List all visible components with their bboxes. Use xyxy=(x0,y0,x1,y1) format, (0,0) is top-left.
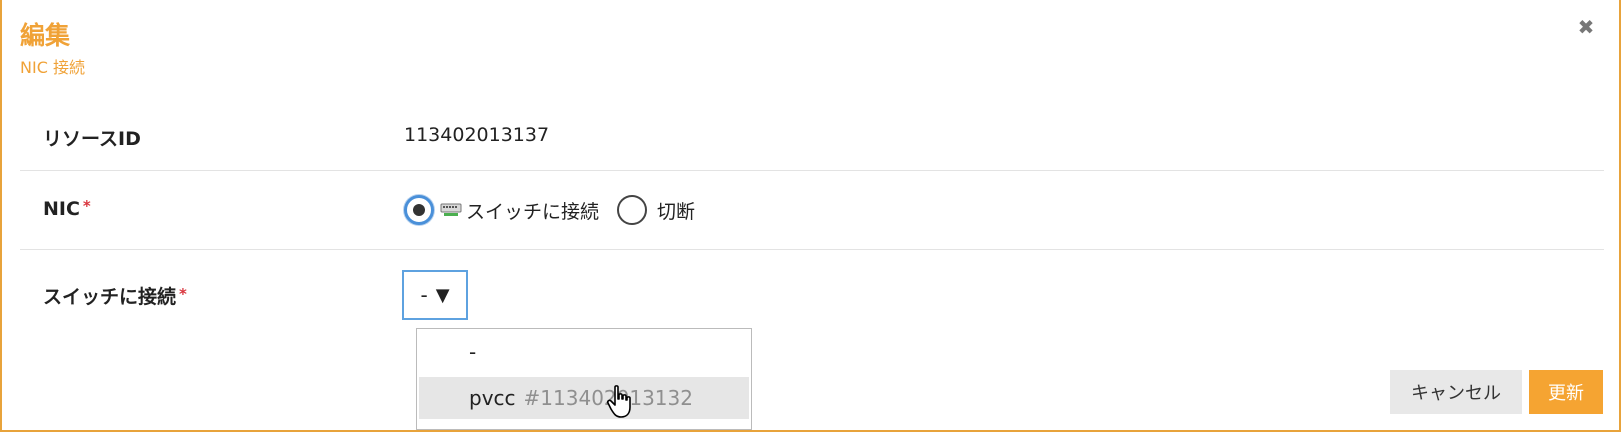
cancel-button[interactable]: キャンセル xyxy=(1390,370,1522,414)
dropdown-option-none[interactable]: - xyxy=(419,331,749,373)
switch-select[interactable]: - ▼ xyxy=(402,270,468,320)
radio-disconnect-label[interactable]: 切断 xyxy=(657,197,695,224)
resource-id-value: 113402013137 xyxy=(404,124,550,146)
close-icon[interactable]: ✖ xyxy=(1577,17,1595,37)
radio-disconnect[interactable] xyxy=(617,195,648,225)
option-label: - xyxy=(469,340,477,364)
resource-id-row: リソースID 113402013137 xyxy=(20,98,1604,171)
dropdown-arrow-icon: ▼ xyxy=(435,284,450,306)
switch-select-value: - xyxy=(420,283,428,307)
switch-row: スイッチに接続 * - ▼ xyxy=(20,250,1604,330)
switch-dropdown-list: - pvcc #113402013132 xyxy=(416,328,752,430)
nic-radio-group: スイッチに接続 切断 xyxy=(404,194,695,226)
radio-connect-switch-label[interactable]: スイッチに接続 xyxy=(466,197,599,224)
update-button[interactable]: 更新 xyxy=(1529,370,1603,414)
nic-label-text: NIC xyxy=(43,198,80,220)
hand-cursor-icon xyxy=(606,385,631,418)
resource-id-label: リソースID xyxy=(43,128,141,150)
dialog-subtitle: NIC 接続 xyxy=(20,58,85,77)
edit-dialog: 編集 NIC 接続 ✖ リソースID 113402013137 NIC * スイッ… xyxy=(0,0,1621,432)
nic-label: NIC * xyxy=(43,197,91,220)
switch-label-text: スイッチに接続 xyxy=(43,286,177,308)
required-mark: * xyxy=(82,197,91,215)
switch-icon xyxy=(440,203,462,216)
nic-row: NIC * スイッチに接続 切断 xyxy=(20,171,1604,250)
switch-label: スイッチに接続 * xyxy=(43,282,187,309)
required-mark: * xyxy=(179,285,187,303)
dialog-title: 編集 xyxy=(20,21,71,50)
option-label: pvcc xyxy=(469,386,516,410)
dropdown-option-pvcc[interactable]: pvcc #113402013132 xyxy=(419,377,749,419)
radio-connect-switch[interactable] xyxy=(404,195,434,225)
option-label-wrap: pvcc #113402013132 xyxy=(469,386,693,410)
